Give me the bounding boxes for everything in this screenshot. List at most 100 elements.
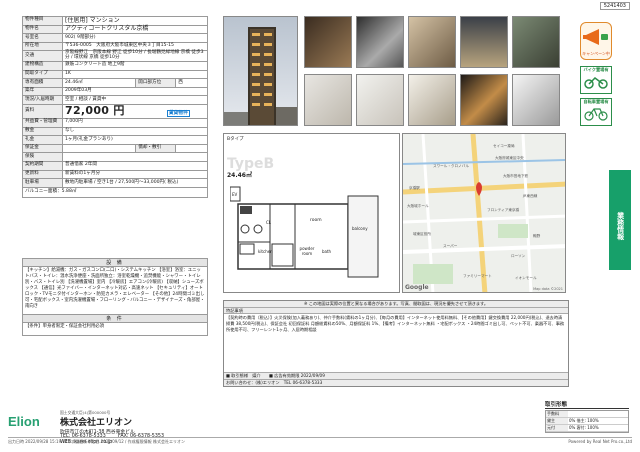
fee-label: 元付 xyxy=(546,425,568,431)
rows2-value: 敷地内駐車場 / 空き1台 / 27,500円〜33,000円( 税込) xyxy=(62,178,208,188)
conditions-text: 【条件】単身者限定・保証会社利用必須 xyxy=(25,324,105,329)
rent-value: 72,000 円 xyxy=(65,104,125,118)
rows-label: 間取タイプ xyxy=(22,69,63,80)
map-label: JR東西線 xyxy=(523,194,538,198)
area-map[interactable]: スワール・クロノバル 大阪府城東区中央 大阪市営地下鉄 セイコー薬局 京橋駅 JR東西線城… xyxy=(402,133,566,293)
rows-row: 現況/入居時期 空室 / 相談 / 賃貸中 xyxy=(22,95,208,105)
rows2-row: 保証金 償却・敷引 xyxy=(22,143,208,154)
map-label: フロンティア東京橋 xyxy=(487,208,520,212)
map-label: 京橋駅 xyxy=(409,186,420,190)
contact-footer: お問い合わせ：(株)エリオン TEL 06-6378-5333 xyxy=(224,379,568,386)
courtyard-photo[interactable] xyxy=(512,16,560,68)
rows2-label: 駐車場 xyxy=(22,178,63,188)
floor-plan-type: Bタイプ xyxy=(227,137,244,142)
map-roads xyxy=(403,134,565,292)
rows-label: 交通 xyxy=(22,50,63,62)
fee-value: 0% 客付: 100% xyxy=(569,425,599,430)
building-exterior-photo[interactable] xyxy=(223,16,298,126)
property-info-table: 物件種目 [住居用] マンション 物件名 アクティコートクリスタル京橋 号室名 902( … xyxy=(22,16,208,198)
company-logo: Elion xyxy=(8,414,40,429)
rows2-row: 契約期間 普通借家 2年間 xyxy=(22,160,208,171)
map-label: 城東区役所 xyxy=(413,232,431,236)
rows-row: 専有面積 24.46㎡ 開口部方位西 xyxy=(22,78,208,88)
transaction-footer: ■ 取引態様 媒介 ■ 広告有効期限 2022/09/09 xyxy=(224,372,568,380)
rows-value: 鉄筋コンクリート造 地上9階 xyxy=(62,61,208,71)
hallway-photo[interactable] xyxy=(460,16,508,68)
bicycle-icon xyxy=(584,108,608,121)
rows2-value: 1ヶ月(礼金プランあり) xyxy=(62,135,208,145)
remarks-section: ※ この地図は実際の位置と異なる場合があります。写真、間取図は、現況を優先させて… xyxy=(223,300,569,387)
lobby-photo[interactable] xyxy=(356,16,404,68)
entrance-photo[interactable] xyxy=(304,16,352,68)
page-footer: 出力日時 2022/09/28 15:19:04 / 次回更新予定日 2022/… xyxy=(8,437,632,445)
footer-left: 出力日時 2022/09/28 15:19:04 / 次回更新予定日 2022/… xyxy=(8,439,185,444)
rows-value: 1K xyxy=(62,69,208,80)
kitchen-photo[interactable] xyxy=(304,74,352,126)
rows2-row: 共益費・管理費 7,000円 xyxy=(22,117,208,128)
rows2-row: 更新料 新賃料の1ヶ月分 xyxy=(22,169,208,180)
google-logo: Google xyxy=(405,284,429,291)
rows2-value xyxy=(62,152,208,162)
rows-value: 24.46㎡ xyxy=(61,78,137,88)
rows2-label: 礼金 xyxy=(22,135,63,145)
rows2-value: なし xyxy=(62,126,208,137)
rows2-label: 共益費・管理費 xyxy=(22,117,63,128)
company-name: 株式会社エリオン xyxy=(60,418,133,428)
building-icon xyxy=(224,27,297,125)
conditions-section: 条 件 【条件】単身者限定・保証会社利用必須 xyxy=(22,314,208,336)
balcony-label: balcony xyxy=(352,226,368,231)
rows-label: 所在地 xyxy=(22,41,63,52)
cl-label: CL xyxy=(266,220,272,225)
rows2-label: 保険 xyxy=(22,152,63,162)
rent-label: 賃料 xyxy=(22,103,63,119)
map-label: ローソン xyxy=(511,254,526,258)
rows-value: 902( 9階部分) xyxy=(62,33,208,43)
rows2-value2 xyxy=(175,143,208,154)
megaphone-icon xyxy=(583,29,608,45)
map-label: ファミリーマート xyxy=(463,274,492,278)
rows-row: 号室名 902( 9階部分) xyxy=(22,33,208,43)
rows2-value: 普通借家 2年間 xyxy=(62,160,208,171)
fee-value xyxy=(568,411,570,417)
rows-value: 京阪線野江 京阪本線 野江 徒歩10分 / 長堀鶴見緑地線 京橋 徒歩3分 / … xyxy=(62,50,208,62)
rows-row: 交通 京阪線野江 京阪本線 野江 徒歩10分 / 長堀鶴見緑地線 京橋 徒歩3分 … xyxy=(22,50,208,62)
washroom-photo[interactable] xyxy=(408,74,456,126)
rows-label2: 開口部方位 xyxy=(135,78,177,88)
rows2-row: 礼金 1ヶ月(礼金プランあり) xyxy=(22,135,208,145)
motorbike-icon xyxy=(584,77,608,89)
map-label: 鴨野 xyxy=(533,234,541,238)
map-label: スーパー xyxy=(443,244,458,248)
powder-label: powder room xyxy=(299,246,315,256)
equipment-section: 設 備 【キッチン】給湯機：ガス・ガスコンロ(二口)・システムキッチン 【浴室】… xyxy=(22,258,208,318)
floor-plan[interactable]: Bタイプ TypeB 24.46㎡ room balcony CL kitche… xyxy=(223,133,400,293)
rows-value: 2009年03月 xyxy=(62,86,208,97)
map-label: 大阪府城東区中央 xyxy=(495,156,524,160)
map-data-credit: Map data ©2021 xyxy=(533,287,563,291)
bicycle-parking-badge: 自転車置場有 xyxy=(580,98,612,126)
campaign-badge: キャンペーン中 xyxy=(580,22,612,60)
conditions-title: 条 件 xyxy=(23,315,207,323)
fee-label: 手数料 xyxy=(546,411,568,417)
room-photo[interactable] xyxy=(408,16,456,68)
rows2-value: 7,000円 xyxy=(62,117,208,128)
floor-plan-diagram xyxy=(230,186,379,278)
lighting-photo[interactable] xyxy=(460,74,508,126)
rows2-value xyxy=(61,143,137,154)
map-label: 大阪城ホール xyxy=(407,204,429,208)
bath-photo[interactable] xyxy=(356,74,404,126)
ev-label: EV xyxy=(232,192,238,197)
map-label: 大阪市営地下鉄 xyxy=(503,174,529,178)
map-label: スワール・クロノバル xyxy=(433,164,469,168)
rows2-label: 契約期間 xyxy=(22,160,63,171)
footer-right: Powered by Real Net Pro.co.,Ltd xyxy=(568,439,632,444)
room-label: room xyxy=(310,218,322,223)
fee-row: 元付 0% 客付: 100% xyxy=(546,425,628,432)
toilet-photo[interactable] xyxy=(512,74,560,126)
business-info-tab[interactable]: 業務情報 xyxy=(609,170,631,270)
kitchen-label: kitchen xyxy=(258,249,273,254)
rows-row: 間取タイプ 1K xyxy=(22,69,208,80)
rows-value: [住居用] マンション xyxy=(62,16,208,26)
rows-value: アクティコートクリスタル京橋 xyxy=(62,24,208,35)
rows-row: 築年 2009年03月 xyxy=(22,86,208,97)
rows2-value: 新賃料の1ヶ月分 xyxy=(62,169,208,180)
